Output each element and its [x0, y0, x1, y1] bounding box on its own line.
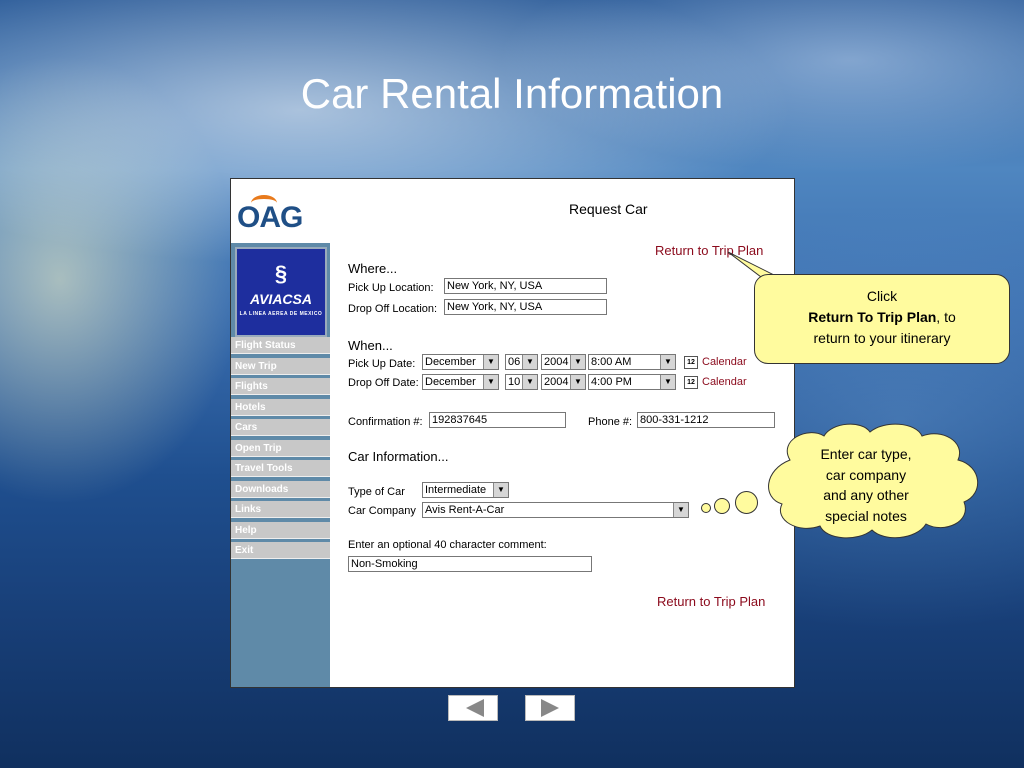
return-to-trip-plan-link-bottom[interactable]: Return to Trip Plan [657, 594, 765, 609]
airline-logo-tagline: LA LINEA AEREA DE MEXICO [239, 311, 323, 317]
car-company-label: Car Company [348, 505, 416, 517]
car-type-select[interactable]: Intermediate ▼ [422, 482, 509, 498]
where-heading: Where... [348, 261, 398, 276]
dropoff-month-value: December [425, 376, 476, 388]
when-heading: When... [348, 338, 393, 353]
return-callout-bold: Return To Trip Plan [808, 309, 937, 325]
dropoff-calendar-link[interactable]: Calendar [702, 376, 747, 388]
chevron-down-icon: ▼ [483, 355, 498, 369]
sidebar-item-downloads[interactable]: Downloads [231, 480, 330, 498]
car-company-value: Avis Rent-A-Car [425, 504, 505, 516]
sidebar-item-cars[interactable]: Cars [231, 419, 330, 436]
airline-logo: § AVIACSA LA LINEA AEREA DE MEXICO [235, 247, 327, 337]
car-company-select[interactable]: Avis Rent-A-Car ▼ [422, 502, 689, 518]
app-window: OAG Request Car § AVIACSA LA LINEA AEREA… [230, 178, 795, 688]
pickup-time-select[interactable]: 8:00 AM ▼ [588, 354, 676, 370]
chevron-down-icon: ▼ [660, 375, 675, 389]
dropoff-time-select[interactable]: 4:00 PM ▼ [588, 374, 676, 390]
sidebar-item-travel-tools[interactable]: Travel Tools [231, 460, 330, 477]
cloud-text-line3: and any other [823, 487, 909, 503]
sidebar-item-help[interactable]: Help [231, 521, 330, 539]
car-type-value: Intermediate [425, 484, 487, 496]
car-information-heading: Car Information... [348, 449, 449, 464]
return-callout-to: , to [936, 309, 956, 325]
phone-label: Phone #: [588, 416, 633, 428]
return-callout-line2: Return To Trip Plan, to [755, 307, 1009, 328]
dropoff-location-input[interactable] [444, 299, 607, 315]
return-callout: Click Return To Trip Plan, to return to … [754, 274, 1010, 364]
next-slide-button[interactable] [525, 695, 575, 721]
confirmation-label: Confirmation #: [348, 416, 423, 428]
cloud-text-line2: car company [825, 466, 907, 483]
phone-input[interactable] [637, 412, 775, 428]
dropoff-day-value: 10 [508, 376, 521, 388]
dropoff-year-select[interactable]: 2004 ▼ [541, 374, 586, 390]
dropoff-year-value: 2004 [544, 376, 569, 388]
slide-title: Car Rental Information [300, 70, 724, 117]
sidebar-item-open-trip[interactable]: Open Trip [231, 439, 330, 457]
pickup-month-value: December [425, 356, 476, 368]
sidebar-item-flights[interactable]: Flights [231, 378, 330, 395]
comment-label: Enter an optional 40 character comment: [348, 539, 547, 551]
page-heading: Request Car [569, 201, 648, 217]
calendar-icon[interactable]: 12 [684, 376, 698, 389]
comment-input[interactable] [348, 556, 592, 572]
sidebar-item-links[interactable]: Links [231, 501, 330, 518]
dropoff-day-select[interactable]: 10 ▼ [505, 374, 538, 390]
return-callout-line1: Click [866, 288, 898, 304]
oag-logo: OAG [237, 191, 327, 234]
pickup-time-value: 8:00 AM [591, 356, 632, 368]
sidebar-item-exit[interactable]: Exit [231, 542, 330, 559]
dropoff-date-label: Drop Off Date: [348, 377, 419, 389]
thought-bubble-small [701, 503, 711, 513]
chevron-down-icon: ▼ [570, 355, 585, 369]
pickup-calendar-link[interactable]: Calendar [702, 356, 747, 368]
chevron-down-icon: ▼ [570, 375, 585, 389]
type-of-car-label: Type of Car [348, 486, 405, 498]
pickup-year-select[interactable]: 2004 ▼ [541, 354, 586, 370]
chevron-down-icon: ▼ [660, 355, 675, 369]
pickup-date-label: Pick Up Date: [348, 358, 416, 370]
pickup-day-select[interactable]: 06 ▼ [505, 354, 538, 370]
cloud-text-line1: Enter car type, [820, 446, 912, 462]
pickup-month-select[interactable]: December ▼ [422, 354, 499, 370]
chevron-down-icon: ▼ [673, 503, 688, 517]
dropoff-month-select[interactable]: December ▼ [422, 374, 499, 390]
pickup-year-value: 2004 [544, 356, 569, 368]
chevron-down-icon: ▼ [493, 483, 508, 497]
previous-slide-button[interactable] [448, 695, 498, 721]
pickup-location-input[interactable] [444, 278, 607, 294]
pickup-day-value: 06 [508, 356, 521, 368]
cloud-text-line4: special notes [825, 507, 907, 524]
thought-bubble-large [735, 491, 758, 514]
oag-logo-text: OAG [237, 201, 303, 234]
airline-logo-name: AVIACSA [250, 291, 312, 307]
return-callout-line3: return to your itinerary [813, 330, 951, 346]
sidebar-nav: Flight Status New Trip Flights Hotels Ca… [231, 337, 330, 563]
left-arrow-icon [466, 699, 484, 717]
sidebar-item-hotels[interactable]: Hotels [231, 398, 330, 416]
dropoff-location-label: Drop Off Location: [348, 303, 438, 315]
right-arrow-icon [541, 699, 559, 717]
airline-emblem-icon: § [274, 261, 288, 286]
confirmation-input[interactable] [429, 412, 566, 428]
chevron-down-icon: ▼ [522, 355, 537, 369]
dropoff-time-value: 4:00 PM [591, 376, 632, 388]
sidebar-item-flight-status[interactable]: Flight Status [231, 337, 330, 354]
chevron-down-icon: ▼ [483, 375, 498, 389]
sidebar: § AVIACSA LA LINEA AEREA DE MEXICO Fligh… [231, 243, 330, 687]
sidebar-item-new-trip[interactable]: New Trip [231, 357, 330, 375]
calendar-icon[interactable]: 12 [684, 356, 698, 369]
chevron-down-icon: ▼ [522, 375, 537, 389]
pickup-location-label: Pick Up Location: [348, 282, 434, 294]
thought-bubble-medium [714, 498, 730, 514]
cloud-text: Enter car type, car company and any othe… [774, 444, 958, 526]
